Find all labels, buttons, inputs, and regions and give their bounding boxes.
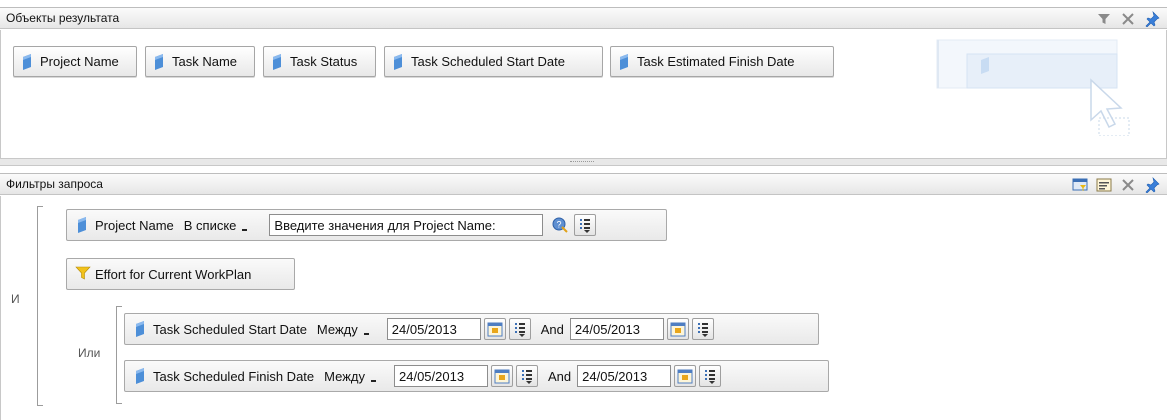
- close-icon[interactable]: [1119, 176, 1137, 194]
- result-object-label: Task Scheduled Start Date: [411, 54, 565, 69]
- result-object-project-name[interactable]: Project Name: [13, 46, 137, 77]
- prompt-filter-icon[interactable]: [1095, 176, 1113, 194]
- result-object-label: Project Name: [40, 54, 119, 69]
- filter-operator-dropdown[interactable]: В списке: [184, 218, 248, 233]
- value-list-icon[interactable]: [691, 318, 714, 340]
- filter-operator-label: Между: [316, 321, 358, 337]
- chevron-down-icon: [242, 229, 248, 231]
- filter-operator-label: Между: [324, 368, 365, 384]
- predefined-filter-funnel-icon: [75, 265, 91, 283]
- value-list-icon[interactable]: [516, 365, 538, 387]
- result-objects-header: Объекты результата: [0, 7, 1167, 29]
- result-objects-area[interactable]: Project Name Task Name Task Status Task …: [0, 30, 1167, 158]
- query-filters-title: Фильтры запроса: [6, 177, 103, 191]
- predefined-filter-icon[interactable]: [1071, 176, 1089, 194]
- start-date-from-input[interactable]: [386, 318, 481, 340]
- dimension-icon: [133, 320, 147, 338]
- project-name-value-input[interactable]: [269, 214, 544, 236]
- filter-operator-label: В списке: [183, 217, 237, 233]
- filter-object-label: Task Scheduled Start Date: [153, 321, 307, 337]
- filter-task-scheduled-finish-date[interactable]: Task Scheduled Finish Date Между And: [124, 360, 829, 392]
- filter-funnel-icon[interactable]: [1095, 10, 1113, 28]
- start-date-to-input[interactable]: [569, 318, 664, 340]
- result-objects-toolbar: [1095, 10, 1161, 28]
- result-object-label: Task Status: [290, 54, 358, 69]
- finish-date-to-input[interactable]: [577, 365, 672, 387]
- dimension-icon: [133, 367, 147, 385]
- close-icon[interactable]: [1119, 10, 1137, 28]
- pin-icon[interactable]: [1143, 10, 1161, 28]
- query-filters-toolbar: [1071, 176, 1161, 194]
- dimension-icon: [617, 53, 631, 71]
- filter-operator-dropdown[interactable]: Между: [317, 322, 369, 337]
- dimension-icon: [75, 216, 89, 234]
- panel-splitter[interactable]: [0, 158, 1167, 166]
- filter-object-label: Effort for Current WorkPlan: [95, 266, 252, 282]
- dimension-icon: [152, 53, 166, 71]
- filter-object-label: Task Scheduled Finish Date: [153, 368, 315, 384]
- svg-text:?: ?: [557, 220, 562, 230]
- dimension-icon: [391, 53, 405, 71]
- calendar-icon[interactable]: [674, 365, 697, 387]
- and-label: And: [540, 321, 564, 337]
- dimension-icon: [270, 53, 284, 71]
- dimension-icon: [20, 53, 34, 71]
- value-list-icon[interactable]: [574, 214, 597, 236]
- pin-icon[interactable]: [1143, 176, 1161, 194]
- calendar-icon[interactable]: [666, 318, 689, 340]
- filter-object-label: Project Name: [95, 217, 174, 233]
- result-objects-title: Объекты результата: [6, 11, 120, 25]
- value-list-icon[interactable]: [508, 318, 531, 340]
- and-operator[interactable]: И: [11, 292, 20, 306]
- and-bracket[interactable]: [37, 206, 43, 406]
- finish-date-from-input[interactable]: [394, 365, 488, 387]
- drag-drop-hint-icon: [936, 39, 1130, 136]
- result-object-label: Task Estimated Finish Date: [637, 54, 795, 69]
- result-object-label: Task Name: [172, 54, 238, 69]
- value-list-icon[interactable]: [699, 365, 722, 387]
- or-bracket[interactable]: [116, 306, 122, 404]
- calendar-icon[interactable]: [491, 365, 513, 387]
- or-operator[interactable]: Или: [78, 346, 100, 360]
- filter-task-scheduled-start-date[interactable]: Task Scheduled Start Date Между And: [124, 313, 819, 345]
- result-object-task-name[interactable]: Task Name: [145, 46, 255, 77]
- splitter-grip[interactable]: [570, 161, 594, 163]
- calendar-icon[interactable]: [483, 318, 506, 340]
- filter-effort-for-current-workplan[interactable]: Effort for Current WorkPlan: [66, 258, 295, 290]
- query-filters-header: Фильтры запроса: [0, 173, 1167, 195]
- prompt-question-icon[interactable]: ?: [549, 214, 571, 236]
- result-object-task-estimated-finish-date[interactable]: Task Estimated Finish Date: [610, 46, 834, 77]
- chevron-down-icon: [371, 380, 376, 382]
- result-object-task-scheduled-start-date[interactable]: Task Scheduled Start Date: [384, 46, 603, 77]
- query-filters-area[interactable]: И Project Name В списке ? Effort for Cur…: [0, 196, 1167, 420]
- result-object-task-status[interactable]: Task Status: [263, 46, 376, 77]
- chevron-down-icon: [363, 333, 369, 335]
- filter-project-name[interactable]: Project Name В списке ?: [66, 209, 667, 241]
- and-label: And: [548, 368, 572, 384]
- filter-operator-dropdown[interactable]: Между: [324, 369, 376, 384]
